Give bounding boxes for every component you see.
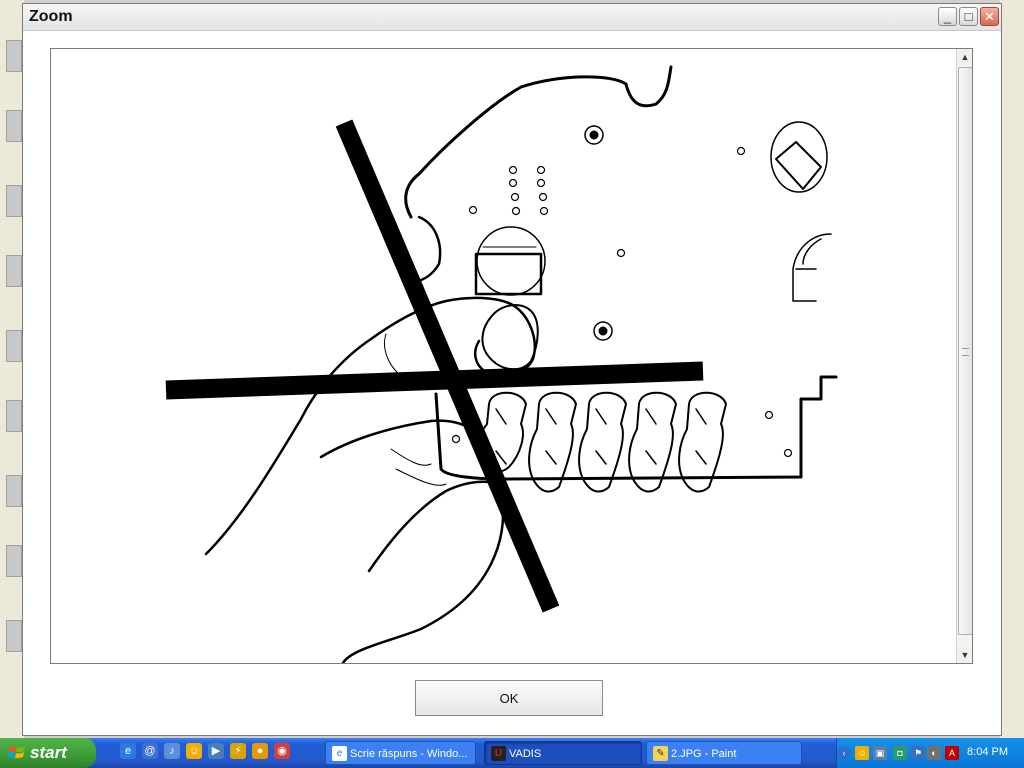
scroll-down-button[interactable]: ▼ — [957, 647, 972, 663]
background-cell — [6, 185, 22, 217]
background-cell — [6, 545, 22, 577]
task-label: 2.JPG - Paint — [671, 748, 737, 760]
switch-knob-center — [474, 226, 546, 296]
antivirus-icon[interactable]: ◉ — [274, 743, 290, 759]
vertical-scrollbar[interactable]: ▲ ▼ — [956, 49, 972, 663]
cross-stroke-horizontal — [165, 361, 704, 400]
mounting-hole-top — [584, 125, 604, 145]
board-outline — [404, 65, 673, 219]
hand-thumb — [481, 304, 539, 371]
ok-button[interactable]: OK — [415, 680, 603, 716]
movie-icon[interactable]: ▶ — [208, 743, 224, 759]
ie-icon[interactable]: e — [120, 743, 136, 759]
network-icon[interactable]: ▣ — [873, 746, 887, 760]
outlook-icon[interactable]: @ — [142, 743, 158, 759]
board-notch — [417, 215, 442, 283]
close-button[interactable]: ✕ — [980, 7, 999, 26]
zoom-window: Zoom _ □ ✕ ▲ ▼ OK — [22, 3, 1002, 736]
scrollbar-grip-icon — [962, 348, 969, 356]
messenger-icon[interactable]: ☺ — [186, 743, 202, 759]
messenger-icon[interactable]: ☺ — [855, 746, 869, 760]
background-left-panel — [0, 0, 24, 738]
start-label: start — [30, 743, 67, 762]
background-cell — [6, 400, 22, 432]
zoomed-illustration — [165, 65, 838, 663]
player-icon[interactable]: ● — [252, 743, 268, 759]
background-cell — [6, 330, 22, 362]
background-cell — [6, 110, 22, 142]
taskbar: start e @ ♪ ☺ ▶ ⚡ ● ◉ e Scrie răspuns - … — [0, 738, 1024, 768]
background-right-panel — [1000, 0, 1024, 738]
task-label: Scrie răspuns - Windo... — [350, 748, 468, 760]
task-label: VADIS — [509, 748, 542, 760]
background-cell — [6, 255, 22, 287]
hand-palm — [367, 480, 508, 573]
winamp-icon[interactable]: ⚡ — [230, 743, 246, 759]
mounting-hole-middle — [593, 321, 613, 341]
knob-upper-right — [770, 121, 828, 193]
scroll-up-button[interactable]: ▲ — [957, 49, 972, 65]
zoom-titlebar[interactable]: Zoom _ □ ✕ — [23, 4, 1001, 31]
background-cell — [6, 40, 22, 72]
paint-icon: ✎ — [653, 746, 668, 761]
clock: 8:04 PM — [967, 746, 1008, 758]
media-icon[interactable]: ♪ — [164, 743, 180, 759]
hand-wrist — [341, 497, 505, 663]
vadis-icon: U — [491, 746, 506, 761]
background-cell — [6, 620, 22, 652]
start-button[interactable]: start — [0, 738, 96, 768]
cross-stroke-diagonal — [335, 119, 560, 613]
minimize-button[interactable]: _ — [938, 7, 957, 26]
taskbar-button-paint[interactable]: ✎ 2.JPG - Paint — [646, 741, 802, 765]
system-tray: ‹ ☺ ▣ ◘ ⚑ ◐ A 8:04 PM — [836, 738, 1024, 768]
maximize-button[interactable]: □ — [959, 7, 978, 26]
windows-flag-icon — [8, 746, 25, 758]
window-title: Zoom — [29, 8, 73, 25]
security-icon[interactable]: ⚑ — [911, 746, 925, 760]
ati-icon[interactable]: A — [945, 746, 959, 760]
volume-icon[interactable]: ◐ — [927, 746, 941, 760]
connector-right — [792, 233, 832, 302]
taskbar-button-ie[interactable]: e Scrie răspuns - Windo... — [325, 741, 476, 765]
chevron-left-icon[interactable]: ‹ — [837, 746, 851, 760]
hand-finger — [319, 419, 483, 459]
device-icon[interactable]: ◘ — [893, 746, 907, 760]
zoomed-image-frame: ▲ ▼ — [50, 48, 973, 664]
ie-icon: e — [332, 746, 347, 761]
taskbar-button-vadis[interactable]: U VADIS — [484, 741, 642, 765]
scrollbar-thumb[interactable] — [958, 67, 972, 635]
background-cell — [6, 475, 22, 507]
